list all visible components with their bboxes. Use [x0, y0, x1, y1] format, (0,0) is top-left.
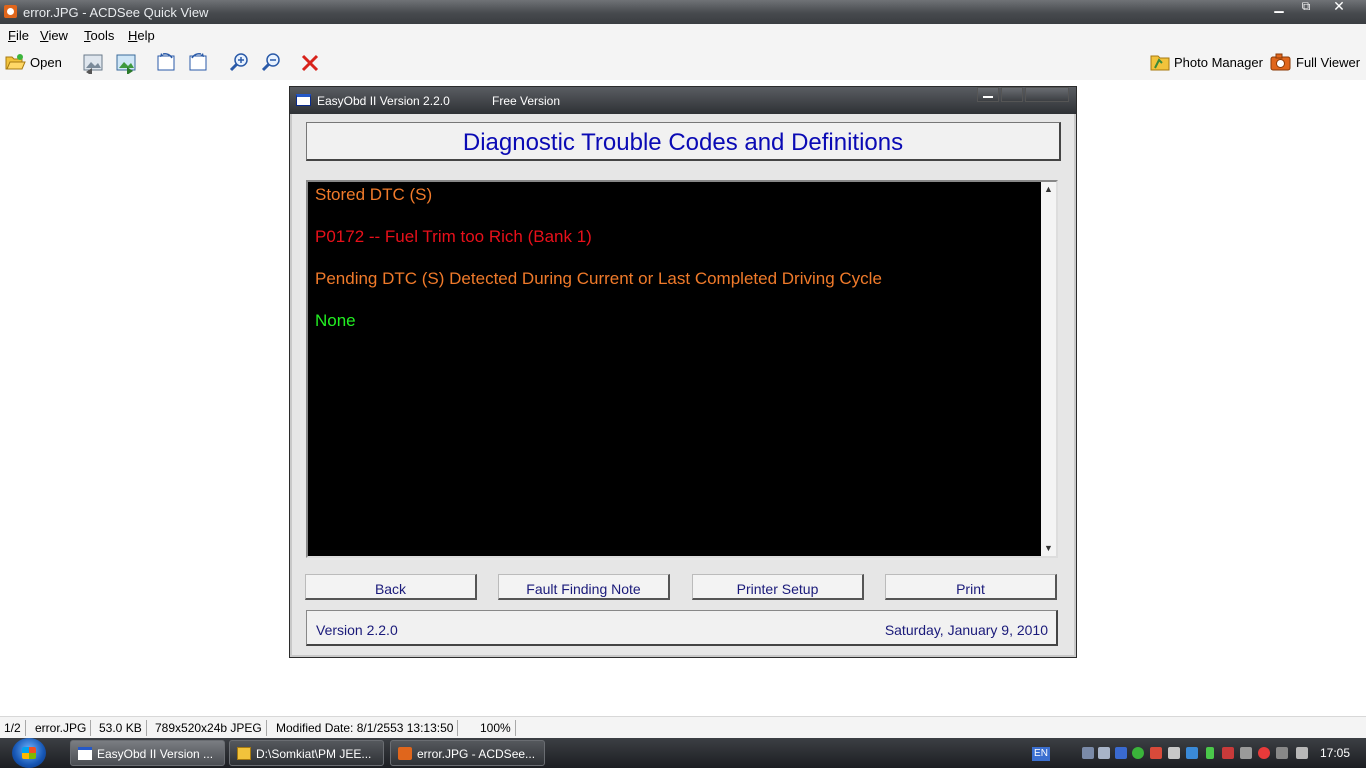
network-icon[interactable] [1082, 747, 1094, 759]
restore-button[interactable]: ⧉ [1293, 0, 1319, 15]
open-button[interactable]: Open [4, 52, 64, 74]
dtc-results-panel: Stored DTC (S) P0172 -- Fuel Trim too Ri… [306, 180, 1058, 558]
scroll-down-icon[interactable]: ▼ [1044, 543, 1053, 553]
easyobd-window-icon [296, 94, 311, 106]
volume-icon[interactable] [1168, 747, 1180, 759]
menu-file[interactable]: File [8, 28, 29, 43]
delete-icon[interactable] [299, 52, 321, 74]
open-label: Open [30, 55, 62, 70]
task-explorer-label: D:\Somkiat\PM JEE... [256, 747, 372, 761]
speaker-icon[interactable] [1240, 747, 1252, 759]
close-button[interactable]: ✕ [1326, 0, 1352, 15]
display-icon[interactable] [1098, 747, 1110, 759]
language-indicator[interactable]: EN [1032, 747, 1050, 761]
safely-remove-icon[interactable] [1186, 747, 1198, 759]
status-index: 1/2 [0, 720, 26, 736]
easyobd-close-button[interactable] [1025, 87, 1069, 102]
pending-dtc-value: None [315, 311, 356, 330]
security-icon[interactable] [1150, 747, 1162, 759]
scroll-up-icon[interactable]: ▲ [1044, 184, 1053, 194]
battery-icon[interactable] [1206, 747, 1214, 759]
easyobd-titlebar[interactable]: EasyObd II Version 2.2.0 Free Version [290, 87, 1076, 114]
photo-manager-icon [1150, 55, 1170, 71]
photo-manager-button[interactable]: Photo Manager [1149, 52, 1263, 74]
dtc-header-box: Diagnostic Trouble Codes and Definitions [306, 122, 1061, 161]
folder-icon [237, 747, 251, 760]
minimize-icon [983, 96, 993, 98]
full-viewer-button[interactable]: Full Viewer [1270, 52, 1362, 74]
menu-tools[interactable]: Tools [84, 28, 114, 43]
status-bar: 1/2 error.JPG 53.0 KB 789x520x24b JPEG M… [0, 716, 1366, 739]
task-easyobd[interactable]: EasyObd II Version ... [70, 740, 225, 766]
printer-setup-button[interactable]: Printer Setup [692, 574, 864, 600]
print-button[interactable]: Print [885, 574, 1057, 600]
rotate-right-icon[interactable] [187, 52, 209, 74]
task-explorer[interactable]: D:\Somkiat\PM JEE... [229, 740, 384, 766]
acdsee-icon [398, 747, 412, 760]
photo-manager-label: Photo Manager [1174, 55, 1263, 70]
easyobd-minimize-button[interactable] [977, 87, 999, 102]
antivirus-icon[interactable] [1222, 747, 1234, 759]
toolbar: Open Photo Manager Full Viewer [0, 46, 1366, 80]
version-footer: Version 2.2.0 Saturday, January 9, 2010 [306, 610, 1058, 646]
back-button[interactable]: Back [305, 574, 477, 600]
pending-dtc-heading: Pending DTC (S) Detected During Current … [315, 269, 882, 288]
dtc-scrollbar[interactable]: ▲ ▼ [1041, 182, 1056, 556]
version-label: Version 2.2.0 [316, 622, 398, 638]
easyobd-title: EasyObd II Version 2.2.0 [317, 94, 450, 108]
open-folder-icon [5, 54, 26, 70]
zoom-out-icon[interactable] [260, 52, 282, 74]
rotate-left-icon[interactable] [155, 52, 177, 74]
date-label: Saturday, January 9, 2010 [884, 622, 1048, 638]
task-easyobd-label: EasyObd II Version ... [97, 747, 214, 761]
full-viewer-icon [1270, 53, 1291, 71]
menu-bar: File View Tools Help [0, 24, 1366, 46]
stored-dtc-heading: Stored DTC (S) [315, 185, 433, 204]
window-titlebar[interactable]: error.JPG - ACDSee Quick View ▁ ⧉ ✕ [0, 0, 1366, 24]
full-viewer-label: Full Viewer [1296, 55, 1361, 70]
status-dimensions: 789x520x24b JPEG [151, 720, 267, 736]
zoom-in-icon[interactable] [228, 52, 250, 74]
refresh-icon[interactable] [1132, 747, 1144, 759]
status-filesize: 53.0 KB [95, 720, 147, 736]
easyobd-maximize-button[interactable] [1001, 87, 1023, 102]
menu-view[interactable]: View [40, 28, 68, 43]
status-zoom: 100% [476, 720, 516, 736]
menu-file-label: File [8, 28, 29, 43]
alert-icon[interactable] [1258, 747, 1270, 759]
fault-finding-note-button[interactable]: Fault Finding Note [498, 574, 670, 600]
task-acdsee-label: error.JPG - ACDSee... [417, 747, 536, 761]
menu-tools-label: Tools [84, 28, 115, 43]
task-acdsee[interactable]: error.JPG - ACDSee... [390, 740, 545, 766]
taskbar-clock[interactable]: 17:05 [1320, 746, 1350, 760]
menu-view-label: View [40, 28, 68, 43]
dtc-header-title: Diagnostic Trouble Codes and Definitions [462, 129, 904, 156]
action-center-icon[interactable] [1296, 747, 1308, 759]
easyobd-edition: Free Version [492, 94, 561, 108]
start-button[interactable] [12, 738, 46, 768]
acdsee-app-icon [4, 5, 17, 18]
menu-help[interactable]: Help [128, 28, 155, 43]
taskbar: EasyObd II Version ... D:\Somkiat\PM JEE… [0, 738, 1366, 768]
menu-help-label: Help [128, 28, 155, 43]
window-icon [78, 747, 92, 760]
status-filename: error.JPG [31, 720, 92, 736]
previous-image-icon[interactable] [82, 52, 104, 74]
minimize-button[interactable]: ▁ [1266, 0, 1292, 15]
dtc-code-line: P0172 -- Fuel Trim too Rich (Bank 1) [315, 227, 592, 246]
css-icon[interactable] [1115, 747, 1127, 759]
window-title: error.JPG - ACDSee Quick View [23, 5, 209, 20]
wifi-icon[interactable] [1276, 747, 1288, 759]
easyobd-window: EasyObd II Version 2.2.0 Free Version Di… [289, 86, 1077, 658]
next-image-icon[interactable] [115, 52, 137, 74]
status-modified-date: Modified Date: 8/1/2553 13:13:50 [272, 720, 459, 736]
